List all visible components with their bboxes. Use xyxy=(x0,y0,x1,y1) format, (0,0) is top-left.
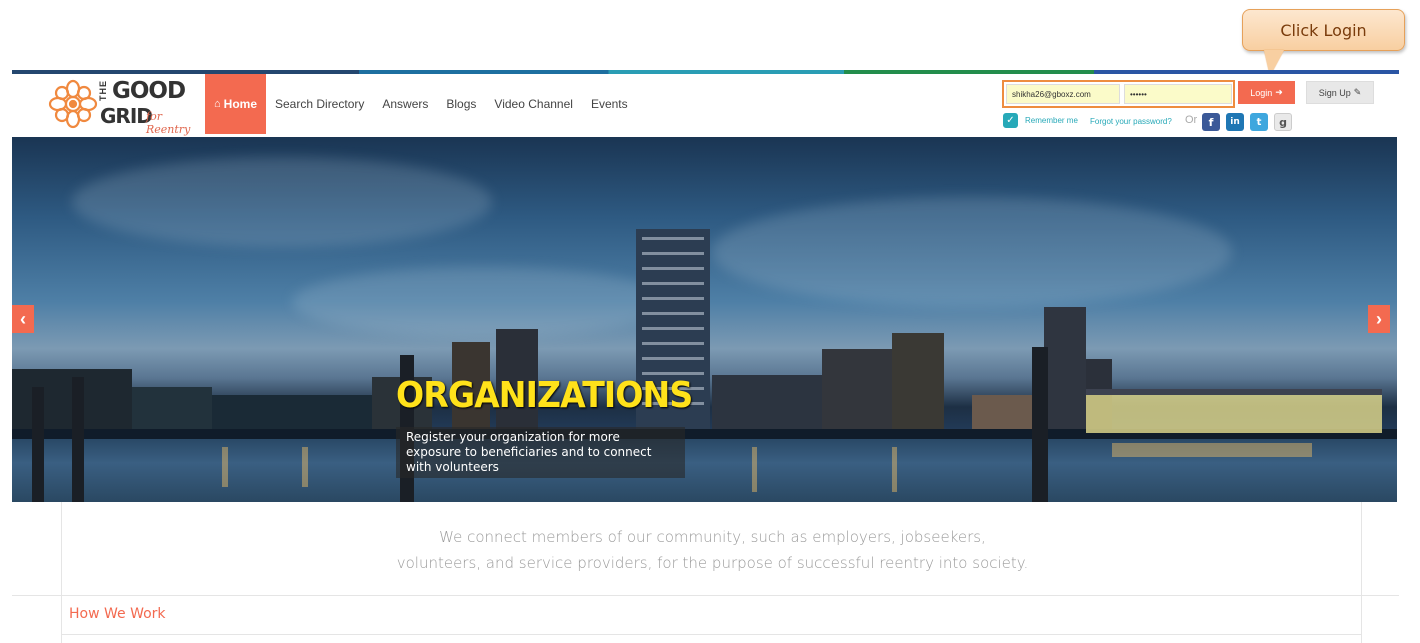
tagline-line-1: We connect members of our community, suc… xyxy=(439,528,986,546)
or-label: Or xyxy=(1185,114,1198,126)
nav-home-label: Home xyxy=(223,97,257,111)
facebook-icon[interactable]: f xyxy=(1202,113,1220,131)
chevron-left-icon: ‹ xyxy=(20,308,26,329)
tagline-line-2: volunteers, and service providers, for t… xyxy=(396,554,1029,572)
logo-the: THE xyxy=(98,80,108,101)
hero-title: ORGANIZATIONS xyxy=(396,375,693,416)
signup-button-label: Sign Up xyxy=(1318,87,1351,98)
email-input[interactable] xyxy=(1006,84,1120,104)
site-logo[interactable]: THE GOOD GRID for Reentry xyxy=(48,76,206,136)
login-highlight-box xyxy=(1002,80,1235,108)
hero-slider: ORGANIZATIONS Register your organization… xyxy=(12,137,1397,502)
signup-button[interactable]: Sign Up ✎ xyxy=(1306,81,1374,104)
forgot-password-link[interactable]: Forgot your password? xyxy=(1090,117,1172,126)
remember-me[interactable]: ✓ Remember me xyxy=(1003,113,1078,128)
flower-logo-icon xyxy=(48,79,98,129)
tagline: We connect members of our community, suc… xyxy=(62,524,1363,576)
password-input[interactable] xyxy=(1124,84,1232,104)
checkbox-checked-icon[interactable]: ✓ xyxy=(1003,113,1018,128)
home-icon: ⌂ xyxy=(214,98,221,110)
twitter-icon[interactable]: t xyxy=(1250,113,1268,131)
main-nav: ⌂ Home Search Directory Answers Blogs Vi… xyxy=(205,74,637,134)
section-divider xyxy=(61,634,1362,635)
click-login-callout: Click Login xyxy=(1242,9,1405,51)
section-divider xyxy=(12,595,1399,596)
callout-text: Click Login xyxy=(1280,20,1367,40)
nav-answers[interactable]: Answers xyxy=(373,74,437,134)
logo-reentry: for Reentry xyxy=(146,110,191,136)
logo-grid: GRID xyxy=(100,104,153,128)
nav-home[interactable]: ⌂ Home xyxy=(205,74,266,134)
login-button[interactable]: Login ➜ xyxy=(1238,81,1295,104)
sign-in-icon: ➜ xyxy=(1275,87,1283,97)
logo-good: GOOD xyxy=(112,78,186,104)
login-button-label: Login xyxy=(1250,87,1273,98)
nav-blogs[interactable]: Blogs xyxy=(437,74,485,134)
nav-search-directory[interactable]: Search Directory xyxy=(266,74,373,134)
remember-me-label: Remember me xyxy=(1025,116,1078,125)
city-skyline-image xyxy=(12,229,1397,502)
slider-prev-button[interactable]: ‹ xyxy=(12,305,34,333)
chevron-right-icon: › xyxy=(1376,308,1382,329)
slider-next-button[interactable]: › xyxy=(1368,305,1390,333)
linkedin-icon[interactable]: in xyxy=(1226,113,1244,131)
hero-subtitle: Register your organization for more expo… xyxy=(396,427,685,478)
nav-events[interactable]: Events xyxy=(582,74,637,134)
nav-video-channel[interactable]: Video Channel xyxy=(485,74,582,134)
google-icon[interactable]: g xyxy=(1274,113,1292,131)
main-content: We connect members of our community, suc… xyxy=(61,502,1362,643)
how-we-work-heading: How We Work xyxy=(69,606,166,622)
edit-icon: ✎ xyxy=(1353,87,1362,97)
site-header: THE GOOD GRID for Reentry ⌂ Home Search … xyxy=(12,74,1399,137)
